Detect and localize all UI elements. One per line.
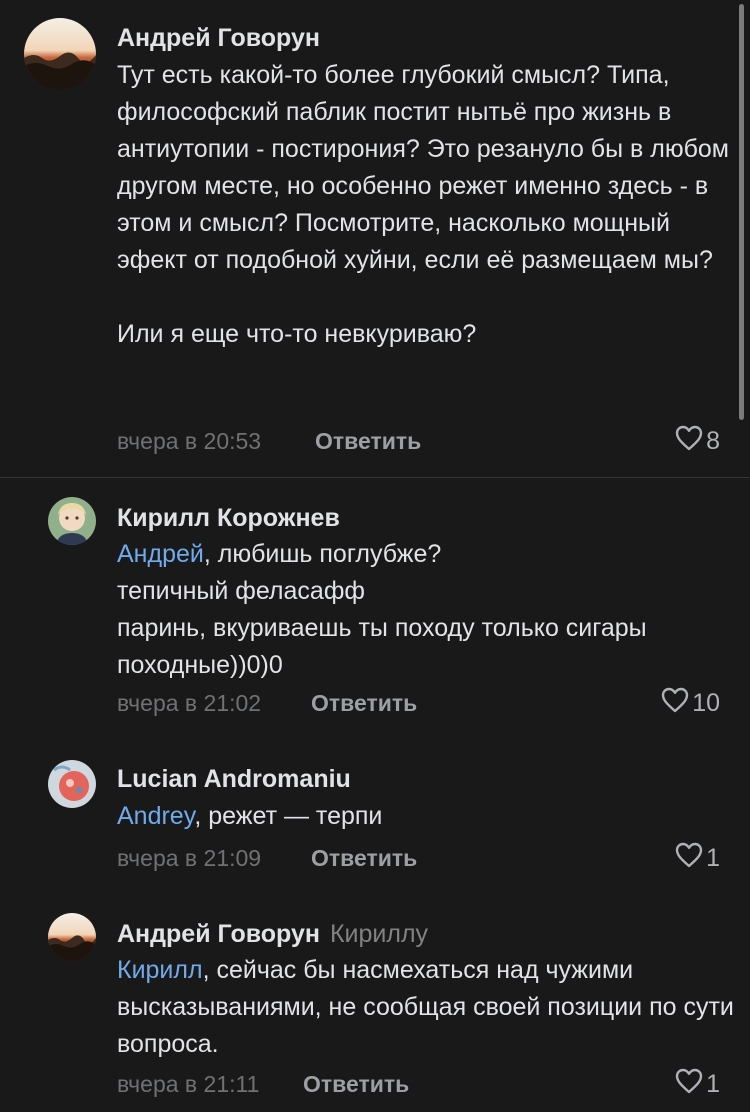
heart-icon [675, 1068, 706, 1101]
comment-text: Андрей, любишь поглубже? тепичный феласа… [117, 536, 737, 684]
scrollbar[interactable] [739, 4, 744, 420]
comment-author[interactable]: Андрей Говорун [117, 24, 320, 53]
reply-button[interactable]: Ответить [315, 428, 421, 455]
comment-time: вчера в 21:02 [117, 690, 262, 716]
heart-icon [675, 425, 706, 458]
comment-time: вчера в 21:11 [117, 1071, 260, 1097]
comment-body: , сейчас бы насмехаться над чужими выска… [117, 956, 734, 1058]
heart-icon [661, 687, 692, 720]
avatar[interactable] [24, 18, 96, 90]
like-button[interactable]: 1 [675, 842, 720, 875]
reply-button[interactable]: Ответить [303, 1071, 409, 1098]
comment-time: вчера в 21:09 [117, 845, 262, 871]
avatar[interactable] [48, 913, 96, 961]
mention-link[interactable]: Кирилл [117, 956, 203, 984]
comment-text: Кирилл, сейчас бы насмехаться над чужими… [117, 952, 737, 1063]
like-button[interactable]: 1 [675, 1068, 720, 1101]
like-count: 8 [706, 427, 720, 455]
mention-link[interactable]: Андрей [117, 540, 204, 568]
like-count: 1 [706, 844, 720, 872]
divider [0, 477, 750, 478]
avatar[interactable] [48, 760, 96, 808]
comment-author[interactable]: Lucian Andromaniu [117, 765, 351, 794]
author-name[interactable]: Андрей Говорун [117, 920, 320, 948]
comment-time: вчера в 20:53 [117, 428, 262, 454]
like-button[interactable]: 8 [675, 425, 720, 458]
reply-button[interactable]: Ответить [311, 690, 417, 717]
comment-author[interactable]: Андрей Говорун Кириллу [117, 920, 428, 949]
like-count: 10 [692, 689, 720, 717]
mention-link[interactable]: Andrey [117, 802, 194, 830]
comment-text: Andrey, режет — терпи [117, 798, 737, 835]
comment-author[interactable]: Кирилл Корожнев [117, 504, 340, 533]
heart-icon [675, 842, 706, 875]
like-count: 1 [706, 1070, 720, 1098]
reply-button[interactable]: Ответить [311, 845, 417, 872]
avatar[interactable] [48, 497, 96, 545]
comment-text: Тут есть какой-то более глубокий смысл? … [117, 61, 729, 348]
like-button[interactable]: 10 [661, 687, 720, 720]
reply-to-label[interactable]: Кириллу [330, 920, 428, 948]
comment-body: , режет — терпи [194, 802, 383, 830]
